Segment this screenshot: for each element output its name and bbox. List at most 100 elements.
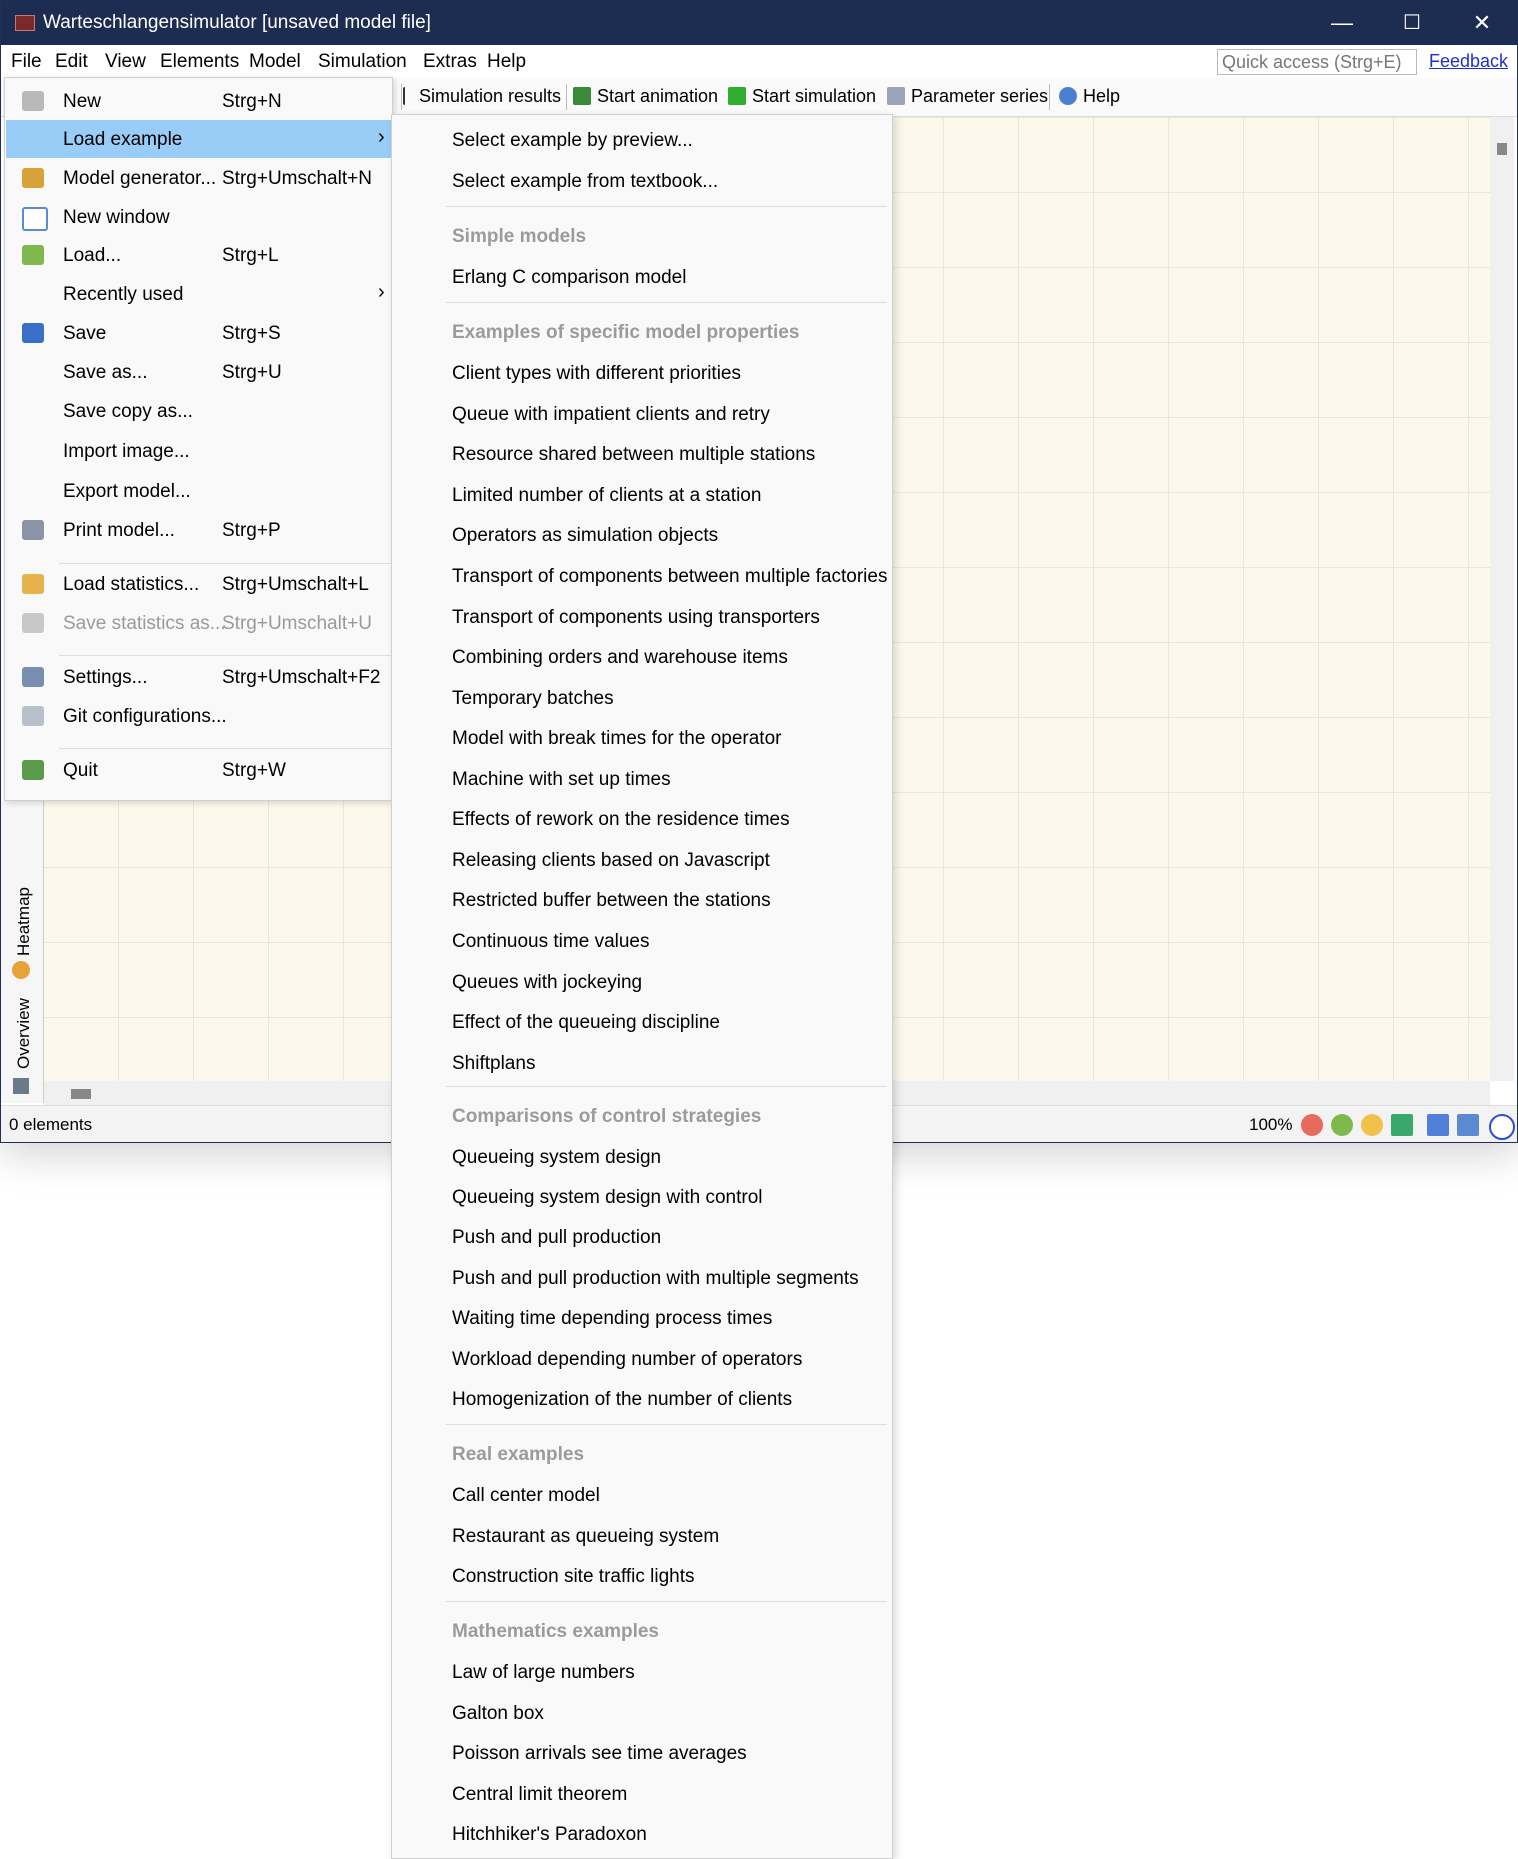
submenu-item[interactable]: Construction site traffic lights xyxy=(452,1566,695,1588)
tab-heatmap[interactable]: Heatmap xyxy=(14,887,34,956)
submenu-item[interactable]: Model with break times for the operator xyxy=(452,728,782,750)
submenu-item[interactable]: Poisson arrivals see time averages xyxy=(452,1743,747,1765)
menu-extras[interactable]: Extras xyxy=(423,51,477,73)
menu-item-print-model[interactable]: Print model... Strg+P xyxy=(6,511,391,549)
submenu-item[interactable]: Client types with different priorities xyxy=(452,363,741,385)
zoom-reset-icon[interactable] xyxy=(1361,1114,1383,1136)
menu-item-save[interactable]: Save Strg+S xyxy=(6,314,391,352)
submenu-item[interactable]: Transport of components between multiple… xyxy=(452,566,887,588)
start-animation-button[interactable]: Start animation xyxy=(573,86,718,107)
submenu-item[interactable]: Effects of rework on the residence times xyxy=(452,809,790,831)
close-icon[interactable]: ✕ xyxy=(1447,1,1517,45)
menu-item-git-configurations[interactable]: Git configurations... xyxy=(6,697,391,735)
navigator-icon[interactable] xyxy=(1489,1114,1515,1140)
submenu-item[interactable]: Push and pull production with multiple s… xyxy=(452,1268,859,1290)
submenu-item[interactable]: Operators as simulation objects xyxy=(452,525,718,547)
submenu-item[interactable]: Continuous time values xyxy=(452,931,650,953)
parameter-series-button[interactable]: Parameter series xyxy=(887,86,1048,107)
submenu-item[interactable]: Limited number of clients at a station xyxy=(452,485,761,507)
menu-elements[interactable]: Elements xyxy=(160,51,239,73)
menu-item-new-window[interactable]: New window xyxy=(6,198,391,236)
submenu-item[interactable]: Hitchhiker's Paradoxon xyxy=(452,1824,647,1846)
fit-view-icon[interactable] xyxy=(1391,1114,1413,1136)
start-simulation-button[interactable]: Start simulation xyxy=(728,86,876,107)
submenu-item[interactable]: Homogenization of the number of clients xyxy=(452,1389,792,1411)
maximize-icon[interactable]: ☐ xyxy=(1377,1,1447,45)
vertical-scrollbar[interactable] xyxy=(1490,117,1514,1081)
submenu-item[interactable]: Effect of the queueing discipline xyxy=(452,1012,720,1034)
wrench-icon xyxy=(22,667,44,687)
menu-item-save-copy-as[interactable]: Save copy as... xyxy=(6,392,391,430)
simulation-results-button[interactable]: Simulation results xyxy=(403,86,561,107)
explorer-icon[interactable] xyxy=(1457,1114,1479,1136)
submenu-item[interactable]: Resource shared between multiple station… xyxy=(452,444,815,466)
menu-help[interactable]: Help xyxy=(487,51,526,73)
submenu-item[interactable]: Combining orders and warehouse items xyxy=(452,647,788,669)
submenu-item[interactable]: Erlang C comparison model xyxy=(452,267,686,289)
menu-item-settings[interactable]: Settings... Strg+Umschalt+F2 xyxy=(6,658,391,696)
menu-file[interactable]: File xyxy=(11,51,42,73)
menu-item-model-generator[interactable]: Model generator... Strg+Umschalt+N xyxy=(6,159,391,197)
menu-item-load-example[interactable]: Load example › xyxy=(6,120,391,158)
menu-model[interactable]: Model xyxy=(249,51,301,73)
submenu-item[interactable]: Push and pull production xyxy=(452,1227,661,1249)
menu-item-save-statistics[interactable]: Save statistics as... Strg+Umschalt+U xyxy=(6,604,391,642)
submenu-item[interactable]: Waiting time depending process times xyxy=(452,1308,772,1330)
feedback-link[interactable]: Feedback xyxy=(1429,51,1508,72)
submenu-item[interactable]: Releasing clients based on Javascript xyxy=(452,850,770,872)
zoom-out-icon[interactable] xyxy=(1301,1114,1323,1136)
submenu-item[interactable]: Central limit theorem xyxy=(452,1784,627,1806)
submenu-item-select-by-preview[interactable]: Select example by preview... xyxy=(452,130,693,152)
menu-item-quit[interactable]: Quit Strg+W xyxy=(6,751,391,789)
element-count: 0 elements xyxy=(9,1115,93,1134)
sigma-icon xyxy=(403,87,411,105)
submenu-item[interactable]: Call center model xyxy=(452,1485,600,1507)
load-icon xyxy=(22,245,44,265)
menu-item-new[interactable]: New Strg+N xyxy=(6,82,391,120)
submenu-item[interactable]: Shiftplans xyxy=(452,1053,535,1075)
menu-view[interactable]: View xyxy=(105,51,146,73)
help-icon xyxy=(1059,87,1077,105)
chevron-right-icon: › xyxy=(378,126,385,148)
menu-item-save-as[interactable]: Save as... Strg+U xyxy=(6,353,391,391)
menu-item-import-image[interactable]: Import image... xyxy=(6,432,391,470)
heatmap-icon xyxy=(12,961,30,979)
submenu-item[interactable]: Machine with set up times xyxy=(452,769,671,791)
menu-item-export-model[interactable]: Export model... xyxy=(6,472,391,510)
submenu-item[interactable]: Queueing system design with control xyxy=(452,1187,763,1209)
menu-item-recently-used[interactable]: Recently used › xyxy=(6,275,391,313)
tab-overview[interactable]: Overview xyxy=(14,998,34,1069)
submenu-item[interactable]: Temporary batches xyxy=(452,688,614,710)
menu-edit[interactable]: Edit xyxy=(55,51,88,73)
section-heading: Comparisons of control strategies xyxy=(452,1106,762,1127)
new-icon xyxy=(22,91,44,111)
app-icon xyxy=(15,15,35,31)
submenu-item[interactable]: Restaurant as queueing system xyxy=(452,1526,719,1548)
minimize-icon[interactable]: — xyxy=(1307,1,1377,45)
play-icon xyxy=(728,87,746,105)
statistics-save-icon xyxy=(22,613,44,633)
help-button[interactable]: Help xyxy=(1059,86,1120,107)
menu-simulation[interactable]: Simulation xyxy=(318,51,407,73)
window-icon xyxy=(22,207,48,231)
section-heading: Simple models xyxy=(452,226,587,247)
statistics-chart-icon[interactable] xyxy=(1427,1114,1449,1136)
submenu-item-select-from-textbook[interactable]: Select example from textbook... xyxy=(452,171,718,193)
overview-icon xyxy=(13,1078,29,1094)
quick-access-input[interactable]: Quick access (Strg+E) xyxy=(1217,49,1417,75)
magic-wand-icon xyxy=(22,168,44,188)
menu-item-load[interactable]: Load... Strg+L xyxy=(6,236,391,274)
submenu-item[interactable]: Restricted buffer between the stations xyxy=(452,890,771,912)
submenu-item[interactable]: Transport of components using transporte… xyxy=(452,607,820,629)
submenu-item[interactable]: Queues with jockeying xyxy=(452,972,642,994)
submenu-item[interactable]: Queue with impatient clients and retry xyxy=(452,404,770,426)
zoom-in-icon[interactable] xyxy=(1331,1114,1353,1136)
parameter-series-icon xyxy=(887,87,905,105)
submenu-item[interactable]: Galton box xyxy=(452,1703,544,1725)
chevron-right-icon: › xyxy=(378,281,385,303)
menu-item-load-statistics[interactable]: Load statistics... Strg+Umschalt+L xyxy=(6,565,391,603)
submenu-item[interactable]: Law of large numbers xyxy=(452,1662,635,1684)
submenu-item[interactable]: Workload depending number of operators xyxy=(452,1349,802,1371)
submenu-item[interactable]: Queueing system design xyxy=(452,1147,661,1169)
window-title: Warteschlangensimulator [unsaved model f… xyxy=(43,12,431,33)
